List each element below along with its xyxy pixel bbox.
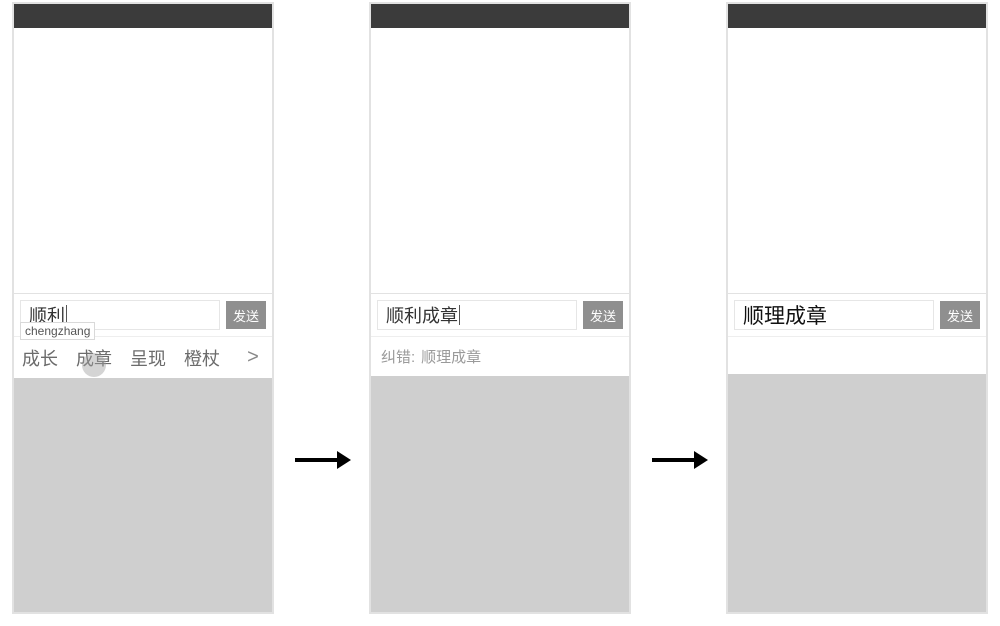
- keyboard-area[interactable]: [728, 374, 986, 612]
- ime-candidate[interactable]: 呈现: [130, 345, 166, 371]
- send-button[interactable]: 发送: [583, 301, 623, 329]
- ime-candidate[interactable]: 成长: [22, 345, 58, 371]
- keyboard-area[interactable]: [371, 376, 629, 612]
- flow-arrow-icon: [650, 448, 708, 472]
- status-bar: [14, 4, 272, 28]
- correction-prefix: 纠错:: [381, 346, 415, 367]
- message-input-row: 顺利成章 发送: [371, 294, 629, 336]
- ime-candidate[interactable]: 橙杖: [184, 345, 220, 371]
- conversation-area: [371, 28, 629, 294]
- ime-more-candidates-icon[interactable]: >: [242, 346, 264, 369]
- pinyin-preedit-overlay: chengzhang: [20, 322, 95, 340]
- flow-arrow-icon: [293, 448, 351, 472]
- send-button[interactable]: 发送: [226, 301, 266, 329]
- input-text: 顺利成章: [386, 302, 458, 328]
- message-input[interactable]: 顺理成章: [734, 300, 934, 330]
- conversation-area: [14, 28, 272, 294]
- phone-screen-1: 顺利 发送 成长 成章 呈现 橙杖 > chengzhang: [12, 2, 274, 614]
- send-button[interactable]: 发送: [940, 301, 980, 329]
- ime-empty-strip: [728, 336, 986, 374]
- keyboard-area[interactable]: [14, 378, 272, 612]
- correction-suggestion: 顺理成章: [421, 346, 481, 367]
- input-text: 顺理成章: [743, 300, 827, 330]
- status-bar: [371, 4, 629, 28]
- text-caret-icon: [459, 305, 460, 325]
- ime-correction-strip[interactable]: 纠错: 顺理成章: [371, 336, 629, 376]
- conversation-area: [728, 28, 986, 294]
- phone-screen-2: 顺利成章 发送 纠错: 顺理成章: [369, 2, 631, 614]
- phone-screen-3: 顺理成章 发送: [726, 2, 988, 614]
- message-input-row: 顺理成章 发送: [728, 294, 986, 336]
- status-bar: [728, 4, 986, 28]
- ime-candidate[interactable]: 成章: [76, 345, 112, 371]
- ime-candidate-strip: 成长 成章 呈现 橙杖 >: [14, 336, 272, 378]
- three-phone-diagram: 顺利 发送 成长 成章 呈现 橙杖 > chengzhang 顺利成章 发送 纠…: [0, 0, 1000, 620]
- message-input[interactable]: 顺利成章: [377, 300, 577, 330]
